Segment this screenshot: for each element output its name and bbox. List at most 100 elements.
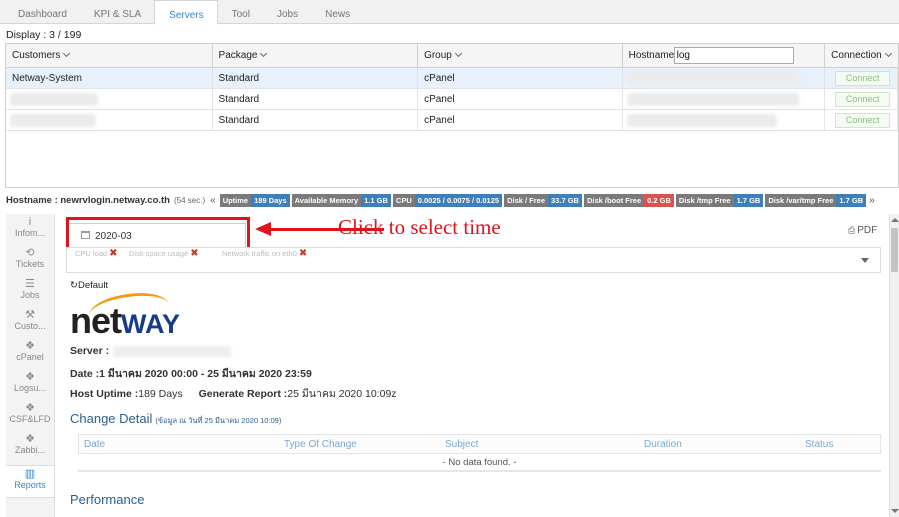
column-header-date[interactable]: Date (79, 435, 284, 453)
hostname-label: Hostname : newrvlogin.netway.co.th (6, 194, 170, 206)
badge-value: 189 Days (251, 193, 290, 207)
refresh-timer: (54 sec.) (174, 195, 206, 205)
tab-tool[interactable]: Tool (218, 0, 263, 24)
server-line: Server : (70, 345, 232, 357)
sidebar-item-csf-lfd[interactable]: ❖ CSF&LFD (6, 400, 54, 431)
column-label: Customers (12, 50, 61, 61)
column-header-customers[interactable]: Customers (6, 44, 213, 68)
info-icon: i (28, 216, 32, 228)
empty-table-message: - No data found. - (78, 454, 881, 472)
connection-cell: Connect (825, 68, 898, 89)
netway-logo: netWAY (70, 288, 235, 342)
table-row[interactable]: Netway-System Standard cPanel Connect (6, 68, 898, 89)
remove-chip-icon[interactable]: ✖ (109, 248, 117, 259)
logo-wordmark: netWAY (70, 300, 180, 342)
connect-button[interactable]: Connect (835, 71, 891, 86)
customer-cell (6, 89, 213, 110)
sidebar-item-label: Tickets (15, 259, 45, 269)
badge-key: Disk / Free (504, 193, 549, 207)
change-table-header: Date Type Of Change Subject Duration Sta… (78, 434, 881, 454)
chip-label: CPU load (75, 249, 108, 258)
host-status-bar: Hostname : newrvlogin.netway.co.th (54 s… (0, 192, 899, 208)
sidebar-item-zabbix[interactable]: ❖ Zabbi... (6, 431, 54, 462)
reports-icon: ▥ (24, 468, 36, 480)
table-row[interactable]: Standard cPanel Connect (6, 89, 898, 110)
column-header-group[interactable]: Group (418, 44, 623, 68)
sidebar-item-information[interactable]: i Infom... (6, 214, 54, 245)
cpanel-icon: ❖ (25, 340, 35, 352)
sidebar-item-custom[interactable]: ⚒ Custo... (6, 307, 54, 338)
connect-button[interactable]: Connect (835, 92, 891, 107)
sidebar-item-cpanel[interactable]: ❖ cPanel (6, 338, 54, 369)
column-header-subject[interactable]: Subject (445, 435, 644, 453)
hostname-filter-input[interactable] (673, 47, 794, 64)
logo-way: WAY (121, 309, 181, 339)
connection-cell: Connect (825, 110, 898, 131)
column-label: Package (218, 50, 258, 61)
pdf-button[interactable]: ⎙ PDF (848, 225, 877, 236)
refresh-icon: ↻ (70, 280, 78, 291)
badge-key: Uptime (219, 193, 252, 207)
chevron-down-icon (454, 49, 462, 58)
uptime-line: Host Uptime :189 Days Generate Report :25… (70, 385, 397, 402)
badge-value: 1.1 GB (361, 193, 391, 207)
chip-label: Network traffic on eth0 (222, 249, 297, 258)
remove-chip-icon[interactable]: ✖ (299, 248, 307, 259)
tab-news[interactable]: News (311, 0, 363, 24)
badge-value: 0.2 GB (644, 193, 674, 207)
sidebar-item-reports[interactable]: ▥ Reports (6, 465, 54, 498)
prev-badges-arrow[interactable]: « (210, 195, 216, 206)
redacted-hostname (626, 114, 777, 127)
scroll-up-icon[interactable] (891, 218, 899, 222)
column-header-package[interactable]: Package (213, 44, 419, 68)
report-scrollbar[interactable] (889, 214, 899, 517)
default-link[interactable]: ↻Default (70, 280, 108, 291)
column-header-duration[interactable]: Duration (644, 435, 805, 453)
tab-jobs[interactable]: Jobs (263, 0, 311, 24)
tab-servers[interactable]: Servers (154, 0, 218, 25)
generate-value: 25 มีนาคม 2020 10:09z (287, 388, 397, 400)
sidebar-item-label: CSF&LFD (9, 414, 51, 424)
column-header-connection[interactable]: Connection (825, 44, 898, 68)
table-row[interactable]: Standard cPanel Connect (6, 110, 898, 131)
group-cell: cPanel (418, 110, 623, 131)
top-tabs: Dashboard KPI & SLA Servers Tool Jobs Ne… (0, 0, 899, 25)
graph-selector[interactable]: CPU load ✖ Disk space usage ✖ Network traf… (66, 247, 881, 273)
column-label: Group (424, 50, 452, 61)
remove-chip-icon[interactable]: ✖ (190, 248, 198, 259)
chevron-down-icon (884, 49, 892, 58)
uptime-label: Host Uptime : (70, 388, 139, 400)
customer-cell (6, 110, 213, 131)
tab-kpi-sla[interactable]: KPI & SLA (80, 0, 154, 24)
sidebar-item-jobs[interactable]: ☰ Jobs (6, 276, 54, 307)
grid-header: Customers Package Group Hostname Connect… (6, 44, 898, 68)
column-header-status[interactable]: Status (805, 435, 833, 453)
tab-dashboard[interactable]: Dashboard (4, 0, 80, 24)
redacted-customer (10, 114, 96, 127)
sidebar-item-label: Reports (14, 480, 46, 490)
package-cell: Standard (213, 89, 419, 110)
badge-key: Available Memory (291, 193, 362, 207)
logsu-icon: ❖ (25, 371, 35, 383)
date-line: Date :1 มีนาคม 2020 00:00 - 25 มีนาคม 20… (70, 365, 312, 382)
column-header-type[interactable]: Type Of Change (284, 435, 445, 453)
uptime-badge: Uptime 189 Days (219, 193, 290, 207)
hostname-cell (623, 68, 826, 89)
badge-key: Disk /boot Free (583, 193, 645, 207)
badge-key: Disk /tmp Free (675, 193, 734, 207)
dropdown-caret-icon[interactable] (861, 258, 869, 263)
cpu-badge: CPU 0.0025 / 0.0075 / 0.0125 (392, 193, 503, 207)
badge-key: Disk /var/tmp Free (765, 193, 837, 207)
column-label: Connection (831, 50, 882, 61)
redacted-customer (10, 93, 98, 106)
scroll-thumb[interactable] (891, 228, 898, 272)
scroll-down-icon[interactable] (891, 509, 899, 513)
sidebar-item-tickets[interactable]: ⟲ Tickets (6, 245, 54, 276)
printer-icon: ⎙ (848, 225, 856, 235)
sidebar-item-logsu[interactable]: ❖ Logsu... (6, 369, 54, 400)
generate-label: Generate Report : (198, 388, 288, 400)
next-badges-arrow[interactable]: » (869, 195, 875, 206)
connect-button[interactable]: Connect (835, 113, 891, 128)
chevron-down-icon (63, 49, 71, 58)
badge-value: 0.0025 / 0.0075 / 0.0125 (414, 193, 503, 207)
